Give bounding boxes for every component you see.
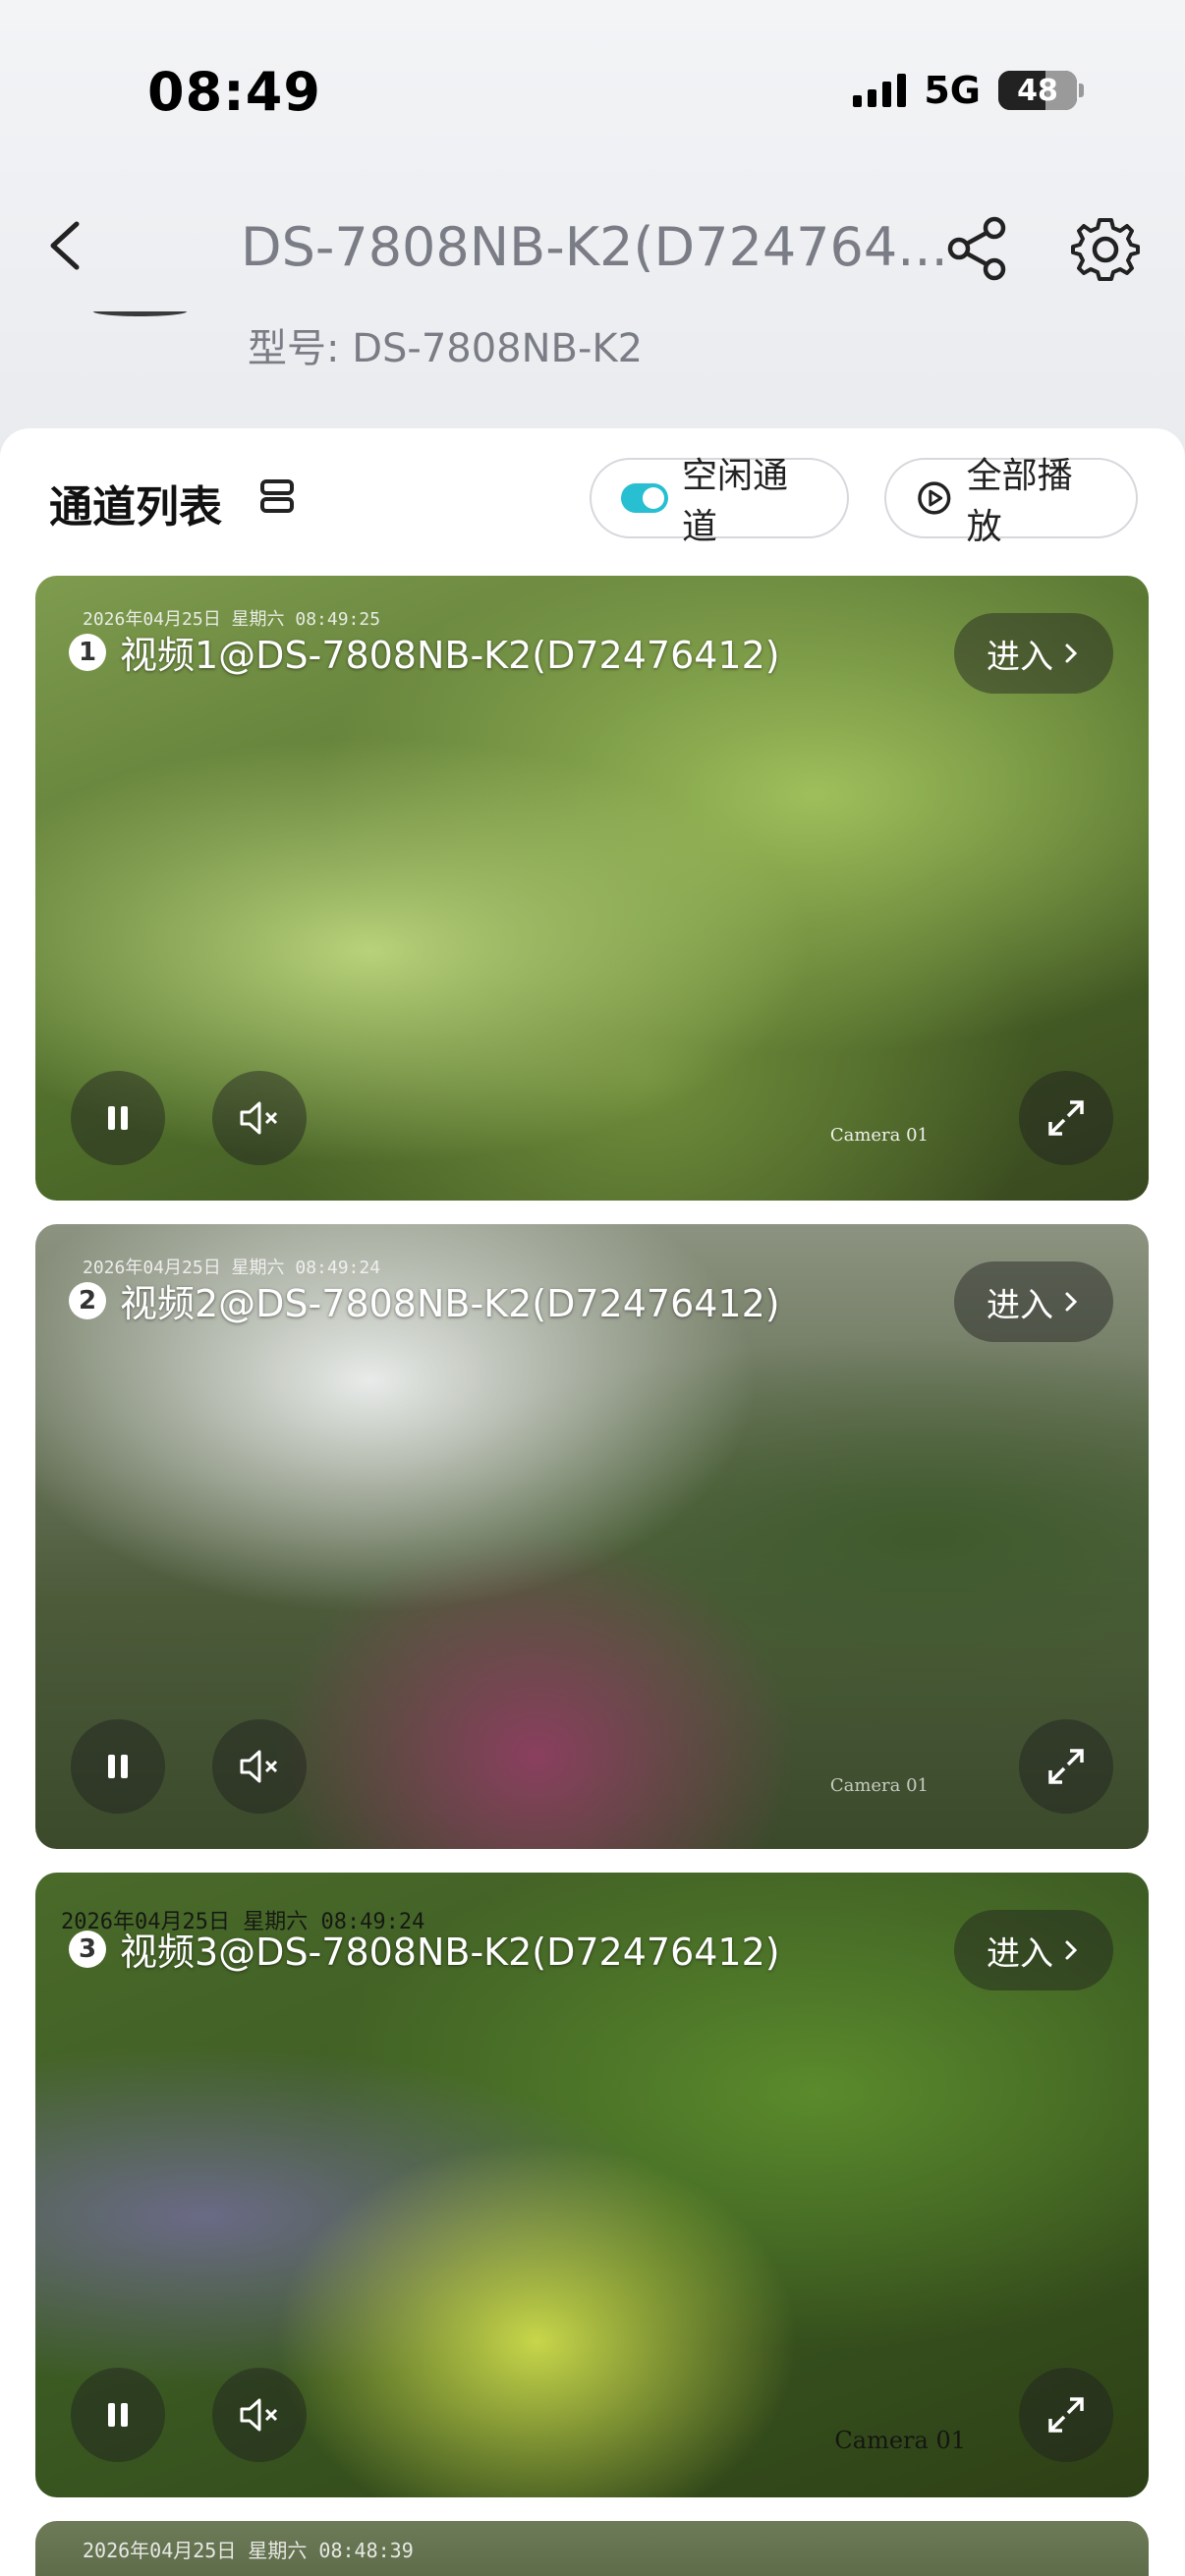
share-button[interactable]: [943, 214, 1012, 283]
settings-icon: [1071, 218, 1140, 281]
back-icon: [50, 221, 80, 270]
idle-channels-label: 空闲通道: [681, 456, 788, 547]
mute-icon: [240, 2398, 278, 2432]
fullscreen-icon: [1048, 2397, 1084, 2433]
channel-number-badge: 3: [69, 1930, 106, 1968]
pause-button[interactable]: [71, 1719, 165, 1814]
back-button[interactable]: [39, 216, 98, 275]
fullscreen-button[interactable]: [1019, 1719, 1113, 1814]
fullscreen-button[interactable]: [1019, 2368, 1113, 2462]
channel-title: 1 视频1@DS-7808NB-K2(D72476412): [69, 625, 780, 679]
pause-button[interactable]: [71, 2368, 165, 2462]
channel-tile-1[interactable]: 2026年04月25日 星期六 08:49:25 1 视频1@DS-7808NB…: [35, 576, 1149, 1201]
model-value: DS-7808NB-K2: [352, 326, 644, 371]
channel-name: 视频1@DS-7808NB-K2(D72476412): [120, 634, 780, 677]
share-icon: [947, 216, 1006, 281]
mute-button[interactable]: [212, 2368, 307, 2462]
mute-button[interactable]: [212, 1071, 307, 1165]
enter-label: 进入: [987, 637, 1053, 677]
chevron-right-icon: [1065, 1940, 1078, 1960]
idle-channels-toggle[interactable]: 空闲通道: [590, 456, 849, 547]
mute-button[interactable]: [212, 1719, 307, 1814]
chevron-right-icon: [1065, 644, 1078, 663]
enter-button[interactable]: 进入: [954, 613, 1113, 694]
pause-icon: [108, 1106, 128, 1130]
section-title: 通道列表: [49, 482, 222, 532]
model-prefix: 型号:: [248, 326, 340, 371]
channel-name: 视频2@DS-7808NB-K2(D72476412): [120, 1282, 780, 1325]
fullscreen-button[interactable]: [1019, 1071, 1113, 1165]
status-time: 08:49: [147, 61, 321, 123]
play-all-label: 全部播放: [966, 456, 1073, 547]
device-title: DS-7808NB-K2(D724764...: [241, 216, 948, 278]
status-indicators: 5G 48: [853, 69, 1084, 112]
channel-title: 2 视频2@DS-7808NB-K2(D72476412): [69, 1273, 780, 1327]
layout-icon: [260, 479, 294, 513]
fullscreen-icon: [1048, 1749, 1084, 1784]
enter-button[interactable]: 进入: [954, 1261, 1113, 1342]
layout-toggle-button[interactable]: [257, 476, 297, 516]
fullscreen-icon: [1048, 1100, 1084, 1136]
device-model: 型号: DS-7808NB-K2: [248, 316, 643, 373]
camera-label: Camera 01: [829, 1775, 929, 1796]
pause-icon: [108, 1755, 128, 1778]
pause-button[interactable]: [71, 1071, 165, 1165]
play-all-button[interactable]: 全部播放: [884, 456, 1138, 547]
channel-title: 3 视频3@DS-7808NB-K2(D72476412): [69, 1922, 780, 1976]
channel-tile-3[interactable]: 2026年04月25日 星期六 08:49:24 3 视频3@DS-7808NB…: [35, 1873, 1149, 2497]
pause-icon: [108, 2403, 128, 2427]
play-circle-icon: [918, 481, 951, 515]
settings-button[interactable]: [1071, 214, 1140, 283]
camera-label: Camera 01: [834, 2427, 966, 2454]
channel-name: 视频3@DS-7808NB-K2(D72476412): [120, 1931, 780, 1974]
mute-icon: [240, 1101, 278, 1135]
enter-label: 进入: [987, 1285, 1053, 1325]
channel-tile-4[interactable]: 2026年04月25日 星期六 08:48:39: [35, 2521, 1149, 2576]
camera-label: Camera 01: [829, 1125, 929, 1146]
chevron-right-icon: [1065, 1292, 1078, 1312]
channel-tile-2[interactable]: 2026年04月25日 星期六 08:49:24 2 视频2@DS-7808NB…: [35, 1224, 1149, 1849]
battery-level: 48: [1017, 73, 1058, 108]
device-thumbnail: [93, 307, 187, 316]
enter-button[interactable]: 进入: [954, 1910, 1113, 1990]
channel-number-badge: 2: [69, 1281, 106, 1319]
osd-timestamp: 2026年04月25日 星期六 08:48:39: [83, 2539, 414, 2562]
toggle-switch[interactable]: [621, 483, 668, 513]
channel-number-badge: 1: [69, 633, 106, 671]
mute-icon: [240, 1750, 278, 1783]
enter-label: 进入: [987, 1933, 1053, 1974]
network-type: 5G: [924, 69, 981, 112]
battery-icon: 48: [998, 71, 1084, 110]
signal-icon: [853, 74, 907, 107]
